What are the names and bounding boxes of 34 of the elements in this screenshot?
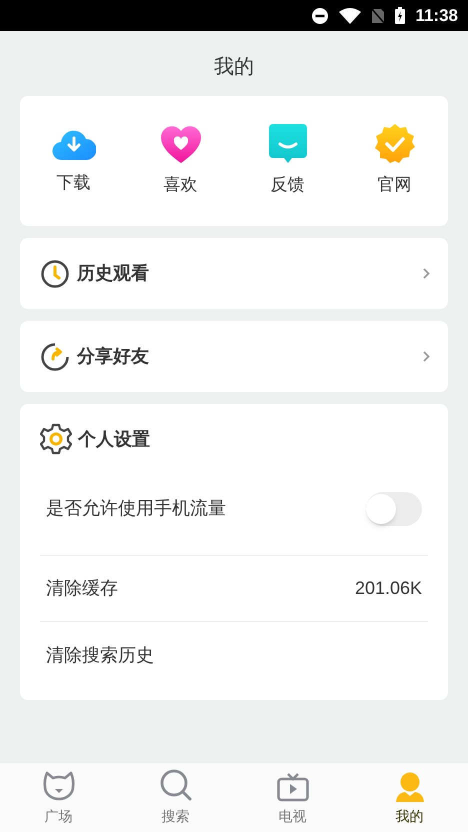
battery-icon bbox=[395, 7, 406, 24]
chat-smile-icon bbox=[268, 124, 306, 164]
toggle-switch[interactable] bbox=[366, 492, 422, 526]
menu-item[interactable]: 分享好友 bbox=[20, 321, 448, 392]
nav-tab[interactable]: 电视 bbox=[234, 763, 351, 832]
page-title: 我的 bbox=[214, 55, 254, 80]
nav-tab[interactable]: 广场 bbox=[0, 763, 117, 832]
settings-icon bbox=[40, 423, 72, 455]
heart-icon bbox=[160, 124, 202, 164]
shortcut-button[interactable]: 反馈 bbox=[234, 124, 341, 198]
settings-title: 个人设置 bbox=[78, 428, 150, 450]
tv-icon bbox=[276, 772, 308, 802]
chevron-right-icon bbox=[423, 268, 430, 279]
shortcut-button[interactable]: 下载 bbox=[20, 126, 127, 196]
wifi-icon bbox=[339, 8, 362, 24]
setting-label[interactable]: 清除搜索历史 bbox=[46, 642, 154, 668]
nav-tab[interactable]: 搜索 bbox=[117, 763, 234, 832]
do-not-disturb-icon bbox=[311, 6, 330, 24]
shortcut-button[interactable]: 喜欢 bbox=[127, 124, 234, 198]
setting-label: 是否允许使用手机流量 bbox=[46, 497, 226, 520]
search-icon bbox=[158, 768, 192, 802]
cat-face-icon bbox=[42, 770, 76, 802]
share-arrow-icon bbox=[40, 342, 70, 372]
nav-tab[interactable]: 我的 bbox=[351, 763, 468, 832]
shortcut-button[interactable]: 官网 bbox=[341, 124, 448, 198]
no-sim-icon bbox=[371, 8, 386, 24]
person-icon bbox=[396, 772, 424, 802]
check-badge-icon bbox=[374, 124, 414, 164]
cache-size: 201.06K bbox=[354, 577, 422, 600]
setting-label[interactable]: 清除缓存 bbox=[46, 575, 118, 602]
menu-item[interactable]: 历史观看 bbox=[20, 238, 448, 309]
clock-icon bbox=[40, 258, 70, 288]
chevron-right-icon bbox=[423, 351, 430, 362]
clock-time: 11:38 bbox=[415, 4, 458, 27]
